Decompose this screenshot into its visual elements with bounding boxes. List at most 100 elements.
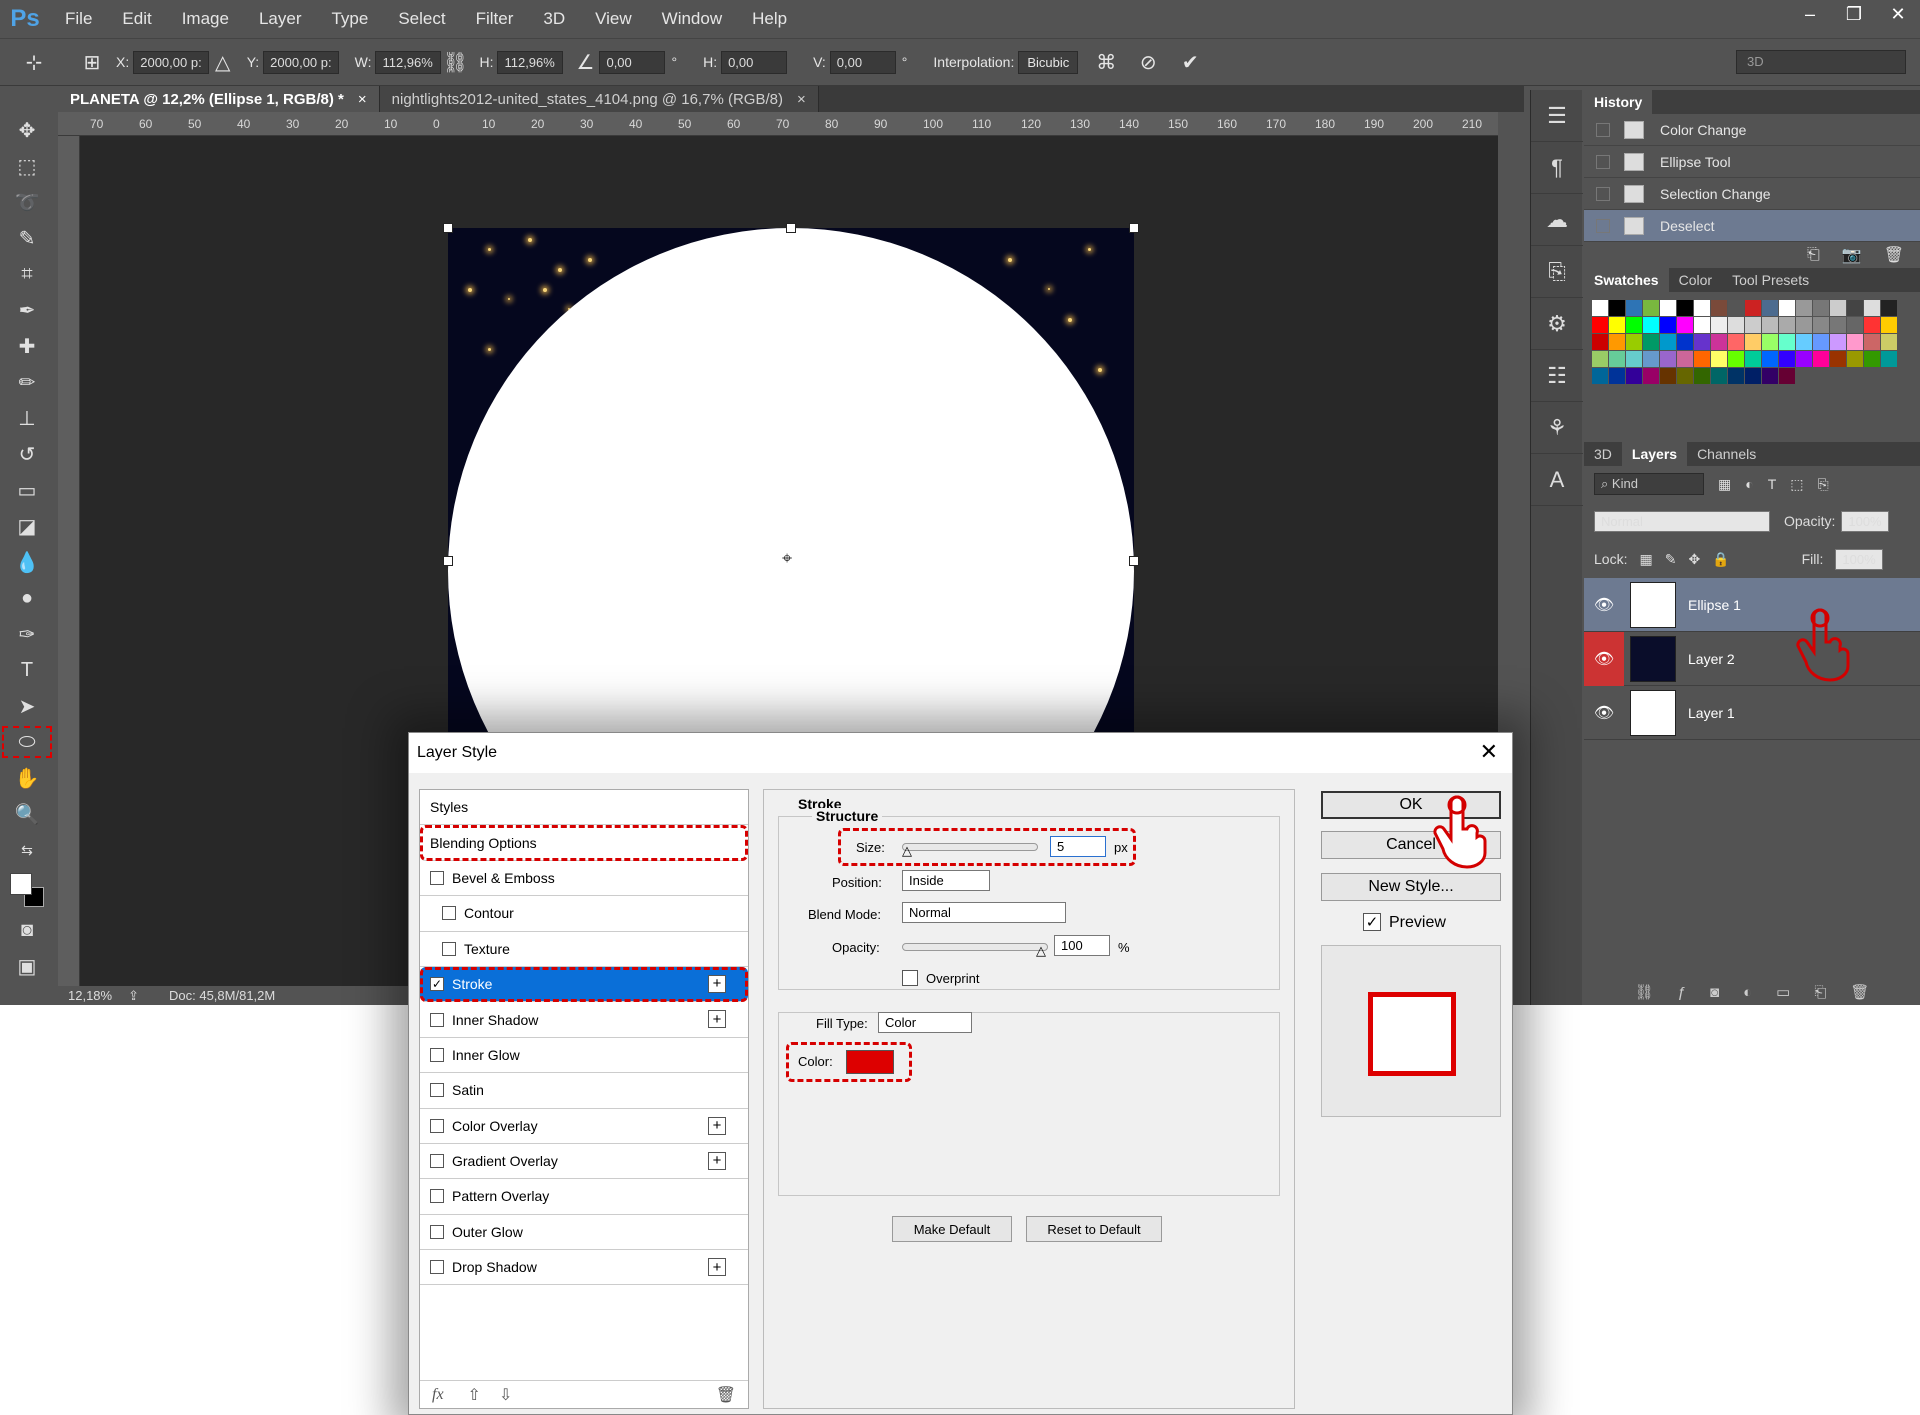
color-swatch[interactable] [1609,368,1625,384]
path-select-icon[interactable]: ➤ [0,688,54,724]
color-swatch[interactable] [1643,368,1659,384]
color-swatch[interactable] [1677,317,1693,333]
delta-icon[interactable]: △ [209,48,237,76]
tab-color[interactable]: Color [1669,268,1722,292]
style-item-inner-shadow[interactable]: Inner Shadow + [420,1002,748,1038]
dialog-close-icon[interactable]: ✕ [1480,739,1498,765]
filter-pixel-icon[interactable]: ▦ [1718,476,1731,493]
style-item-satin[interactable]: Satin [420,1073,748,1109]
link-layers-icon[interactable]: ⛓ [1635,983,1654,1001]
adjustment-icon[interactable]: ◐ [1743,984,1752,1001]
width-field[interactable]: 112,96% [375,50,442,74]
warp-icon[interactable]: ⌘ [1092,48,1120,76]
history-checkbox[interactable] [1596,186,1610,201]
color-swatch[interactable] [1728,334,1744,350]
color-swatch[interactable] [1796,334,1812,350]
history-checkbox[interactable] [1596,218,1610,233]
fx-icon[interactable]: fx [432,1386,444,1404]
style-checkbox[interactable] [430,1047,444,1062]
style-item-outer-glow[interactable]: Outer Glow [420,1215,748,1251]
color-swatch[interactable] [1864,300,1880,316]
menu-window[interactable]: Window [647,9,737,29]
h-skew-field[interactable]: 0,00 [721,50,788,74]
history-item[interactable]: Color Change [1584,114,1920,146]
color-swatch[interactable] [1728,317,1744,333]
tab-swatches[interactable]: Swatches [1584,268,1669,292]
color-swatch[interactable] [1864,351,1880,367]
add-effect-icon[interactable]: + [708,1151,726,1170]
color-swatch[interactable] [1779,317,1795,333]
color-swatch[interactable] [1728,351,1744,367]
color-swatch[interactable] [1813,300,1829,316]
style-checkbox[interactable] [442,906,456,921]
minimize-button[interactable]: – [1788,0,1832,28]
color-swatch[interactable] [1881,300,1897,316]
style-item-drop-shadow[interactable]: Drop Shadow + [420,1250,748,1286]
folder-icon[interactable]: ▭ [1776,983,1790,1001]
v-skew-field[interactable]: 0,00 [829,50,896,74]
style-checkbox[interactable] [430,870,444,885]
color-swatch[interactable] [1609,351,1625,367]
hand-tool-icon[interactable]: ✋ [0,760,54,796]
add-effect-icon[interactable]: + [708,974,726,993]
clone-source-icon[interactable]: ⎘ [1531,246,1583,298]
color-swatch[interactable] [1745,368,1761,384]
slider-thumb-icon[interactable]: △ [1036,943,1046,959]
color-swatch[interactable] [1864,334,1880,350]
type-tool-icon[interactable]: T [0,652,54,688]
tab-3d[interactable]: 3D [1584,442,1622,466]
history-item[interactable]: Ellipse Tool [1584,146,1920,178]
menu-edit[interactable]: Edit [107,9,166,29]
commit-transform-icon[interactable]: ✔ [1176,48,1204,76]
color-swatch[interactable] [1864,317,1880,333]
color-swatch[interactable] [1762,351,1778,367]
lock-pixels-icon[interactable]: ✎ [1665,551,1677,568]
blend-mode-select[interactable]: Normal [1594,510,1770,532]
color-swatch[interactable] [1711,300,1727,316]
transform-handle[interactable] [443,556,453,566]
style-checkbox[interactable] [430,1083,444,1098]
menu-image[interactable]: Image [167,9,244,29]
brush-tool-icon[interactable]: ✏ [0,364,54,400]
color-swatch[interactable] [1762,334,1778,350]
color-swatch[interactable] [1626,317,1642,333]
new-style-button[interactable]: New Style... [1321,873,1501,901]
color-swatch[interactable] [1677,334,1693,350]
color-swatch[interactable] [1830,351,1846,367]
color-swatch[interactable] [1779,351,1795,367]
add-effect-icon[interactable]: + [708,1116,726,1135]
color-swatch[interactable] [1626,368,1642,384]
color-swatch[interactable] [1694,300,1710,316]
quick-mask-icon[interactable]: ◙ [0,912,54,948]
filter-adjust-icon[interactable]: ◐ [1745,476,1753,492]
screen-mode-icon[interactable]: ▣ [0,948,54,984]
color-swatch[interactable] [1762,368,1778,384]
trash-icon[interactable]: 🗑 [1850,983,1869,1001]
zoom-tool-icon[interactable]: 🔍 [0,796,54,832]
style-item-contour[interactable]: Contour [420,896,748,932]
color-swatch[interactable] [1660,368,1676,384]
color-swatch[interactable] [1643,351,1659,367]
visibility-eye-icon[interactable]: 👁 [1584,686,1624,740]
color-swatch[interactable] [1796,300,1812,316]
tab-close-icon[interactable]: × [797,91,806,108]
tab-nightlights[interactable]: nightlights2012-united_states_4104.png @… [379,86,819,112]
history-checkbox[interactable] [1596,154,1610,169]
color-swatch[interactable] [1660,351,1676,367]
opacity-input[interactable]: 100 [1054,935,1110,956]
color-swatch[interactable] [1745,317,1761,333]
color-swatches-icon[interactable] [0,868,54,912]
color-swatch[interactable] [1881,351,1897,367]
color-swatch[interactable] [1779,300,1795,316]
style-item-gradient-overlay[interactable]: Gradient Overlay + [420,1144,748,1180]
color-swatch[interactable] [1728,368,1744,384]
color-swatch[interactable] [1643,300,1659,316]
ellipse-tool-icon[interactable]: ⬭ [0,724,54,760]
height-field[interactable]: 112,96% [497,50,564,74]
color-swatch[interactable] [1745,300,1761,316]
styles-header[interactable]: Styles [420,790,748,826]
color-swatch[interactable] [1881,334,1897,350]
color-swatch[interactable] [1609,334,1625,350]
color-swatch[interactable] [1813,334,1829,350]
layer-2[interactable]: 👁 Layer 2 [1584,631,1920,686]
